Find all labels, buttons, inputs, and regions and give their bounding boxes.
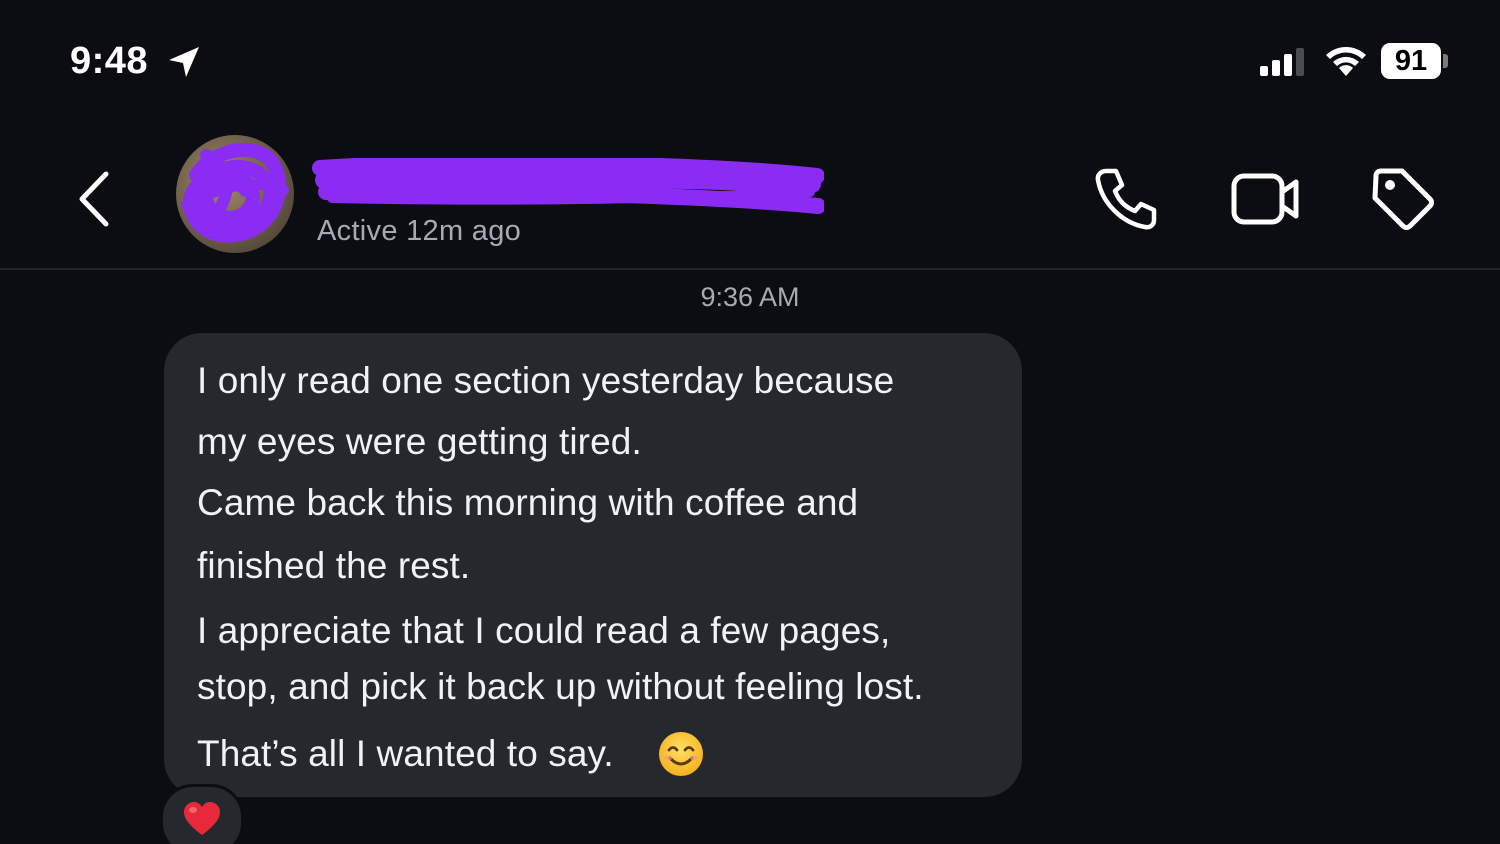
- battery-indicator: 91: [1381, 43, 1441, 79]
- message-timestamp: 9:36 AM: [700, 282, 800, 312]
- message-line: I appreciate that I could read a few pag…: [197, 610, 891, 651]
- message-line: stop, and pick it back up without feelin…: [197, 666, 924, 707]
- phone-icon[interactable]: [1092, 165, 1160, 233]
- message-line: That’s all I wanted to say.: [197, 733, 614, 774]
- video-camera-icon[interactable]: [1230, 170, 1302, 228]
- avatar[interactable]: [176, 135, 294, 253]
- wifi-icon: [1326, 47, 1366, 76]
- message-reaction[interactable]: [160, 784, 244, 844]
- contact-name-redaction: [312, 158, 824, 214]
- status-time: 9:48: [70, 40, 149, 82]
- smiling-face-icon: [659, 732, 703, 776]
- message-line: Came back this morning with coffee and: [197, 482, 859, 523]
- avatar-redaction-scribble: [181, 142, 289, 243]
- heart-icon: [184, 802, 220, 835]
- tag-icon[interactable]: [1370, 166, 1436, 232]
- battery-nub: [1443, 54, 1448, 68]
- dm-thread-screen: 9:48 91 Active 12m ago 9:36 AM I only re…: [0, 0, 1500, 844]
- message-line: I only read one section yesterday becaus…: [197, 360, 895, 401]
- cellular-signal-icon: [1260, 48, 1304, 76]
- message-line: finished the rest.: [197, 545, 471, 586]
- location-arrow-icon: [169, 47, 199, 77]
- status-bar: 9:48 91: [0, 0, 1500, 110]
- chat-header: Active 12m ago: [0, 120, 1500, 270]
- active-status: Active 12m ago: [317, 215, 522, 247]
- message-line: my eyes were getting tired.: [197, 421, 642, 462]
- chevron-left-icon[interactable]: [70, 168, 120, 230]
